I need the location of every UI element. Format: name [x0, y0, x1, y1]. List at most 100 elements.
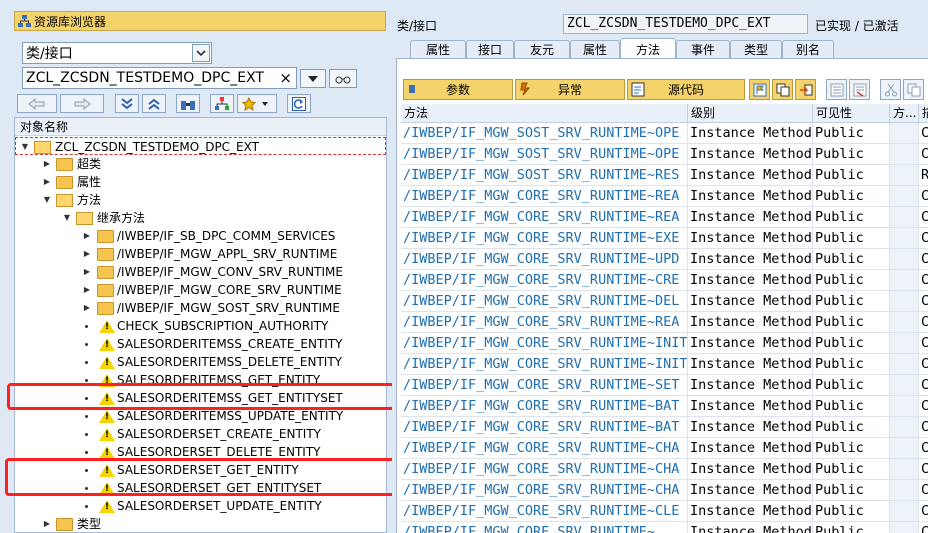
parameters-button[interactable]: 参数: [403, 79, 513, 100]
table-row[interactable]: /IWBEP/IF_MGW_CORE_SRV_RUNTIME~EXE Instan…: [401, 228, 928, 249]
cell-method[interactable]: /IWBEP/IF_MGW_SOST_SRV_RUNTIME~RES: [401, 165, 688, 186]
tab-interfaces[interactable]: 接口: [466, 40, 514, 58]
cell-method[interactable]: /IWBEP/IF_MGW_CORE_SRV_RUNTIME~: [401, 522, 688, 533]
collapsed-toggle-icon[interactable]: ▶: [42, 515, 52, 533]
cell-method[interactable]: /IWBEP/IF_MGW_CORE_SRV_RUNTIME~REA: [401, 207, 688, 228]
cell-method[interactable]: /IWBEP/IF_MGW_CORE_SRV_RUNTIME~CHA: [401, 459, 688, 480]
copy-button[interactable]: [772, 79, 793, 100]
tree-node-interface[interactable]: ▶ /IWBEP/IF_SB_DPC_COMM_SERVICES: [15, 227, 386, 245]
favorites-button[interactable]: [237, 94, 277, 113]
table-row[interactable]: /IWBEP/IF_MGW_CORE_SRV_RUNTIME~CHA Instan…: [401, 459, 928, 480]
collapsed-toggle-icon[interactable]: ▶: [82, 281, 92, 299]
cell-method[interactable]: /IWBEP/IF_MGW_CORE_SRV_RUNTIME~BAT: [401, 417, 688, 438]
hierarchy-button[interactable]: [210, 94, 234, 113]
tree-node-method[interactable]: SALESORDERITEMSS_DELETE_ENTITY: [15, 353, 386, 371]
object-type-select[interactable]: 类/接口: [22, 42, 212, 64]
table-row[interactable]: /IWBEP/IF_MGW_CORE_SRV_RUNTIME~CHA Instan…: [401, 438, 928, 459]
table-row[interactable]: /IWBEP/IF_MGW_CORE_SRV_RUNTIME~BAT Instan…: [401, 396, 928, 417]
collapsed-toggle-icon[interactable]: ▶: [82, 263, 92, 281]
forward-button[interactable]: [60, 94, 104, 113]
cell-method[interactable]: /IWBEP/IF_MGW_SOST_SRV_RUNTIME~OPE: [401, 144, 688, 165]
cell-method[interactable]: /IWBEP/IF_MGW_CORE_SRV_RUNTIME~REA: [401, 186, 688, 207]
add-row-button[interactable]: [826, 79, 847, 100]
column-header-method[interactable]: 方法: [401, 104, 688, 123]
column-header-visibility[interactable]: 可见性: [813, 104, 890, 123]
tree-node-superclass[interactable]: ▶ 超类: [15, 155, 386, 173]
table-row[interactable]: /IWBEP/IF_MGW_CORE_SRV_RUNTIME~INIT Insta…: [401, 354, 928, 375]
table-row[interactable]: /IWBEP/IF_MGW_CORE_SRV_RUNTIME~UPD Instan…: [401, 249, 928, 270]
collapse-all-button[interactable]: [142, 94, 166, 113]
tree-node-attributes[interactable]: ▶ 属性: [15, 173, 386, 191]
chevron-down-icon[interactable]: [192, 44, 210, 62]
tree-node-interface[interactable]: ▶ /IWBEP/IF_MGW_CONV_SRV_RUNTIME: [15, 263, 386, 281]
expanded-toggle-icon[interactable]: ▼: [20, 138, 30, 156]
table-row[interactable]: /IWBEP/IF_MGW_CORE_SRV_RUNTIME~CLE Instan…: [401, 501, 928, 522]
collapsed-toggle-icon[interactable]: ▶: [82, 227, 92, 245]
column-header-description[interactable]: 描: [919, 104, 928, 123]
delete-row-button[interactable]: [849, 79, 870, 100]
cell-method[interactable]: /IWBEP/IF_MGW_CORE_SRV_RUNTIME~CHA: [401, 480, 688, 501]
tree-node-interface[interactable]: ▶ /IWBEP/IF_MGW_CORE_SRV_RUNTIME: [15, 281, 386, 299]
tree-node-types[interactable]: ▶ 类型: [15, 515, 386, 533]
tab-methods[interactable]: 方法: [620, 38, 676, 59]
back-button[interactable]: [17, 94, 57, 113]
table-row[interactable]: /IWBEP/IF_MGW_CORE_SRV_RUNTIME~CHA Instan…: [401, 480, 928, 501]
tree-node-inherited-methods[interactable]: ▼ 继承方法: [15, 209, 386, 227]
source-code-button[interactable]: 源代码: [627, 79, 745, 100]
tree-node-method[interactable]: SALESORDERSET_CREATE_ENTITY: [15, 425, 386, 443]
collapsed-toggle-icon[interactable]: ▶: [82, 245, 92, 263]
expanded-toggle-icon[interactable]: ▼: [42, 191, 52, 209]
collapsed-toggle-icon[interactable]: ▶: [82, 299, 92, 317]
tree-node-methods[interactable]: ▼ 方法: [15, 191, 386, 209]
table-row[interactable]: /IWBEP/IF_MGW_CORE_SRV_RUNTIME~REA Instan…: [401, 207, 928, 228]
tree-node-interface[interactable]: ▶ /IWBEP/IF_MGW_APPL_SRV_RUNTIME: [15, 245, 386, 263]
table-row[interactable]: /IWBEP/IF_MGW_SOST_SRV_RUNTIME~OPE Instan…: [401, 144, 928, 165]
table-row[interactable]: /IWBEP/IF_MGW_CORE_SRV_RUNTIME~REA Instan…: [401, 312, 928, 333]
table-row[interactable]: /IWBEP/IF_MGW_CORE_SRV_RUNTIME~ Instance …: [401, 522, 928, 533]
table-row[interactable]: /IWBEP/IF_MGW_CORE_SRV_RUNTIME~BAT Instan…: [401, 417, 928, 438]
refresh-button[interactable]: [287, 94, 311, 113]
table-row[interactable]: /IWBEP/IF_MGW_CORE_SRV_RUNTIME~REA Instan…: [401, 186, 928, 207]
copy-row-button[interactable]: [903, 79, 924, 100]
tree-node-method[interactable]: SALESORDERSET_UPDATE_ENTITY: [15, 497, 386, 515]
tab-properties[interactable]: 属性: [410, 40, 466, 58]
cell-method[interactable]: /IWBEP/IF_MGW_CORE_SRV_RUNTIME~REA: [401, 312, 688, 333]
insert-button[interactable]: [749, 79, 770, 100]
tab-aliases[interactable]: 别名: [782, 40, 834, 58]
exceptions-button[interactable]: 异常: [515, 79, 625, 100]
cell-method[interactable]: /IWBEP/IF_MGW_CORE_SRV_RUNTIME~CLE: [401, 501, 688, 522]
column-header-modeled[interactable]: 方...: [890, 104, 919, 123]
cell-method[interactable]: /IWBEP/IF_MGW_CORE_SRV_RUNTIME~SET: [401, 375, 688, 396]
table-row[interactable]: /IWBEP/IF_MGW_SOST_SRV_RUNTIME~RES Instan…: [401, 165, 928, 186]
tree-node-method[interactable]: CHECK_SUBSCRIPTION_AUTHORITY: [15, 317, 386, 335]
collapsed-toggle-icon[interactable]: ▶: [42, 173, 52, 191]
tab-attributes[interactable]: 属性: [570, 40, 620, 58]
cell-method[interactable]: /IWBEP/IF_MGW_CORE_SRV_RUNTIME~EXE: [401, 228, 688, 249]
expanded-toggle-icon[interactable]: ▼: [62, 209, 72, 227]
cell-method[interactable]: /IWBEP/IF_MGW_CORE_SRV_RUNTIME~INIT: [401, 333, 688, 354]
column-header-level[interactable]: 级别: [688, 104, 813, 123]
tab-friends[interactable]: 友元: [514, 40, 570, 58]
redefine-button[interactable]: [795, 79, 816, 100]
object-name-input[interactable]: ZCL_ZCSDN_TESTDEMO_DPC_EXT ×: [22, 67, 297, 89]
cell-method[interactable]: /IWBEP/IF_MGW_CORE_SRV_RUNTIME~CRE: [401, 270, 688, 291]
where-used-button[interactable]: [176, 94, 200, 113]
display-object-button[interactable]: [329, 69, 357, 88]
table-row[interactable]: /IWBEP/IF_MGW_CORE_SRV_RUNTIME~DEL Instan…: [401, 291, 928, 312]
tab-events[interactable]: 事件: [676, 40, 730, 58]
tab-types[interactable]: 类型: [730, 40, 782, 58]
cell-method[interactable]: /IWBEP/IF_MGW_SOST_SRV_RUNTIME~OPE: [401, 123, 688, 144]
cell-method[interactable]: /IWBEP/IF_MGW_CORE_SRV_RUNTIME~BAT: [401, 396, 688, 417]
tree-node-method[interactable]: SALESORDERITEMSS_CREATE_ENTITY: [15, 335, 386, 353]
expand-all-button[interactable]: [115, 94, 139, 113]
cut-button[interactable]: [880, 79, 901, 100]
object-name-dropdown-button[interactable]: [300, 69, 326, 88]
cell-method[interactable]: /IWBEP/IF_MGW_CORE_SRV_RUNTIME~DEL: [401, 291, 688, 312]
cell-method[interactable]: /IWBEP/IF_MGW_CORE_SRV_RUNTIME~INIT: [401, 354, 688, 375]
clear-icon[interactable]: ×: [279, 69, 292, 87]
table-row[interactable]: /IWBEP/IF_MGW_CORE_SRV_RUNTIME~SET Instan…: [401, 375, 928, 396]
tree-node-interface[interactable]: ▶ /IWBEP/IF_MGW_SOST_SRV_RUNTIME: [15, 299, 386, 317]
cell-method[interactable]: /IWBEP/IF_MGW_CORE_SRV_RUNTIME~CHA: [401, 438, 688, 459]
table-row[interactable]: /IWBEP/IF_MGW_SOST_SRV_RUNTIME~OPE Instan…: [401, 123, 928, 144]
collapsed-toggle-icon[interactable]: ▶: [42, 155, 52, 173]
